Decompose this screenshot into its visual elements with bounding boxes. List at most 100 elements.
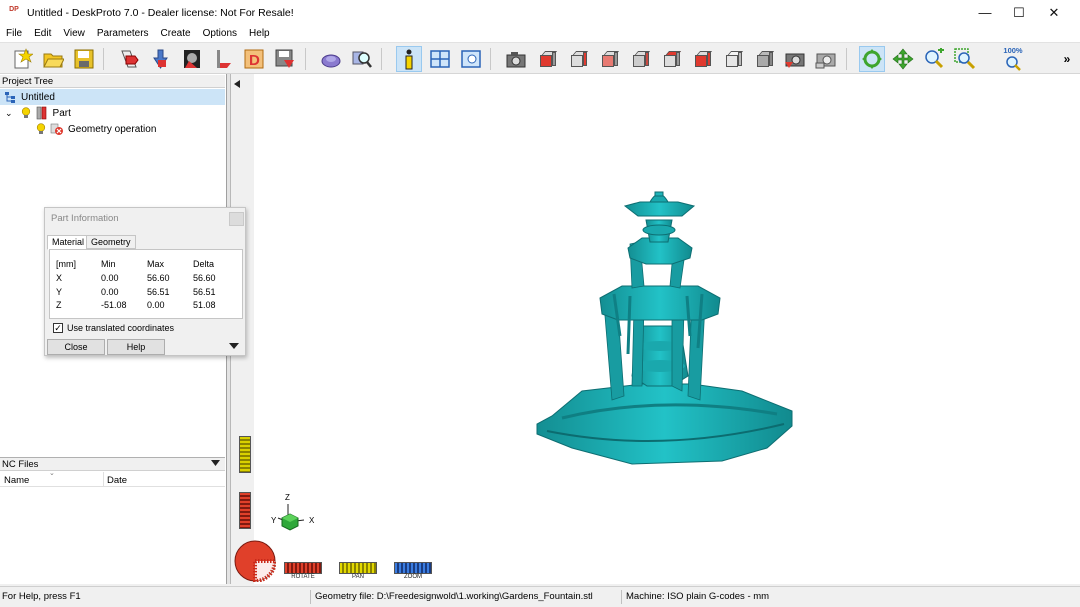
title-bar: DP Untitled - DeskProto 7.0 - Dealer lic…: [0, 0, 1080, 25]
deskproto-d-icon[interactable]: D: [241, 46, 267, 72]
3d-viewport[interactable]: Z Y X: [232, 74, 1080, 584]
maximize-button[interactable]: ☐: [1002, 0, 1036, 25]
menu-file[interactable]: File: [0, 28, 28, 39]
status-geometry-file: Geometry file: D:\Freedesignwold\1.worki…: [315, 591, 593, 602]
menu-edit[interactable]: Edit: [28, 28, 57, 39]
table-cell: -51.08: [101, 300, 127, 310]
expand-arrow-icon[interactable]: [229, 343, 239, 349]
information-icon[interactable]: [396, 46, 422, 72]
view-cube-back-icon[interactable]: [627, 46, 653, 72]
window-title: Untitled - DeskProto 7.0 - Dealer licens…: [27, 6, 294, 19]
part-icon: [36, 106, 46, 120]
nc-files-header: NC Files: [0, 457, 225, 471]
new-project-icon[interactable]: [9, 46, 35, 72]
bitmap-icon[interactable]: [179, 46, 205, 72]
tree-item-part[interactable]: ⌄ Part: [0, 105, 71, 121]
dialog-title: Part Information: [51, 213, 119, 224]
rotate-label: ROTATE: [291, 574, 315, 580]
status-divider: [621, 590, 622, 604]
toolbar-overflow-icon[interactable]: »: [1058, 46, 1076, 72]
column-date[interactable]: Date: [107, 475, 127, 486]
toolbar-separator: [305, 48, 306, 70]
tree-item-untitled[interactable]: Untitled: [0, 89, 225, 105]
table-header: Delta: [193, 259, 215, 269]
rotate-sensitivity-slider[interactable]: [239, 492, 251, 529]
toolbar-separator: [490, 48, 491, 70]
collapse-arrow-icon[interactable]: [234, 80, 240, 88]
pan-sensitivity-slider[interactable]: [239, 436, 251, 473]
menu-parameters[interactable]: Parameters: [91, 28, 155, 39]
toolbar: D 100% »: [0, 42, 1080, 74]
load-part-icon[interactable]: [148, 46, 174, 72]
rotate-mode-icon[interactable]: [859, 46, 885, 72]
shaded-part-icon[interactable]: [318, 46, 344, 72]
toolbar-separator: [103, 48, 104, 70]
close-button[interactable]: ✕: [1037, 0, 1071, 25]
tab-geometry[interactable]: Geometry: [86, 235, 136, 249]
camera-icon[interactable]: [503, 46, 529, 72]
zoom-in-icon[interactable]: [921, 46, 947, 72]
vector-icon[interactable]: [210, 46, 236, 72]
rotate-wheel-icon[interactable]: [234, 540, 276, 582]
save-disk-icon[interactable]: [71, 46, 97, 72]
nc-files-columns: Name Date ⌄: [0, 470, 225, 487]
help-button[interactable]: Help: [107, 339, 165, 355]
pan-mode-icon[interactable]: [890, 46, 916, 72]
save-as-icon[interactable]: [272, 46, 298, 72]
camera-red-icon[interactable]: [782, 46, 808, 72]
zoom-window-icon[interactable]: [952, 46, 978, 72]
view-cube-left-icon[interactable]: [596, 46, 622, 72]
part-search-icon[interactable]: [349, 46, 375, 72]
pan-label: PAN: [352, 574, 364, 580]
tree-item-geometry-operation[interactable]: Geometry operation: [0, 121, 156, 137]
load-geometry-icon[interactable]: [117, 46, 143, 72]
checkbox-label: Use translated coordinates: [67, 323, 175, 333]
chevron-down-icon[interactable]: ⌄: [5, 108, 13, 119]
axis-label-z: Z: [285, 493, 290, 502]
open-folder-icon[interactable]: [40, 46, 66, 72]
table-cell: Y: [56, 287, 63, 297]
status-help: For Help, press F1: [2, 591, 81, 602]
coordinates-table: [mm] Min Max Delta X 0.00 56.60 56.60 Y …: [49, 249, 243, 319]
view-cube-front-icon[interactable]: [534, 46, 560, 72]
menu-view[interactable]: View: [57, 28, 91, 39]
table-cell: 0.00: [147, 300, 165, 310]
view-cube-right-icon[interactable]: [565, 46, 591, 72]
preview-window-icon[interactable]: [458, 46, 484, 72]
view-cube-iso-icon[interactable]: [720, 46, 746, 72]
table-cell: 51.08: [193, 300, 216, 310]
lightbulb-icon[interactable]: [21, 107, 31, 119]
axis-label-y: Y: [271, 516, 277, 525]
column-name[interactable]: Name: [4, 475, 29, 486]
geometry-operation-icon: [50, 123, 63, 135]
window-split-icon[interactable]: [427, 46, 453, 72]
zoom-label: ZOOM: [404, 574, 422, 580]
dialog-close-icon[interactable]: [229, 212, 244, 226]
view-cube-grey-icon[interactable]: [751, 46, 777, 72]
table-cell: 0.00: [101, 273, 119, 283]
tab-material[interactable]: Material: [47, 235, 90, 250]
menu-bar: File Edit View Parameters Create Options…: [0, 25, 1080, 42]
zoom-speed-bar[interactable]: [394, 562, 432, 574]
close-button[interactable]: Close: [47, 339, 105, 355]
table-cell: 56.60: [193, 273, 216, 283]
menu-options[interactable]: Options: [197, 28, 243, 39]
app-logo-icon: DP: [9, 5, 19, 13]
pan-speed-bar[interactable]: [339, 562, 377, 574]
nc-files-dropdown-icon[interactable]: [211, 460, 220, 466]
table-cell: 56.60: [147, 273, 170, 283]
camera-grey-icon[interactable]: [813, 46, 839, 72]
minimize-button[interactable]: —: [968, 0, 1002, 25]
view-cube-bottom-icon[interactable]: [689, 46, 715, 72]
menu-help[interactable]: Help: [243, 28, 276, 39]
translated-coordinates-checkbox[interactable]: ✓: [53, 323, 63, 333]
view-cube-top-icon[interactable]: [658, 46, 684, 72]
toolbar-separator: [846, 48, 847, 70]
menu-create[interactable]: Create: [155, 28, 197, 39]
project-tree-header: Project Tree: [0, 75, 225, 88]
rotate-speed-bar[interactable]: [284, 562, 322, 574]
svg-text:D: D: [249, 52, 260, 69]
zoom-100-icon[interactable]: 100%: [999, 46, 1027, 72]
lightbulb-icon[interactable]: [36, 123, 46, 135]
project-icon: [5, 92, 15, 103]
